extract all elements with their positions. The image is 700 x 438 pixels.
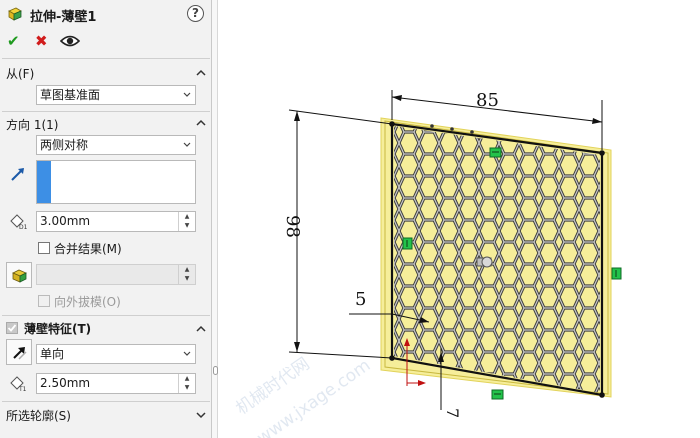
collapse-chevron-icon[interactable] [196, 68, 206, 78]
sketch-point [450, 127, 454, 131]
reverse-arrow-icon [13, 347, 27, 360]
collapse-chevron-icon[interactable] [196, 118, 206, 128]
depth-value: 3.00mm [40, 214, 91, 228]
property-manager-panel: 拉伸-薄壁1 ? ✔ ✖ 从(F) 草图基准面 方向 1(1) 两侧对称 D1 … [0, 0, 212, 438]
draft-outward-label: 向外拔模(O) [54, 295, 121, 309]
depth-d1-icon: D1 [10, 214, 27, 230]
merge-result-checkbox[interactable] [38, 242, 50, 254]
direction-reference-listbox[interactable] [36, 160, 196, 204]
feature-title: 拉伸-薄壁1 [30, 10, 97, 25]
chevron-down-icon [183, 351, 191, 356]
chevron-down-icon [183, 92, 191, 97]
thin-type-select[interactable]: 单向 [36, 344, 196, 364]
preview-eye-icon[interactable] [60, 33, 80, 49]
ok-check-icon[interactable]: ✔ [7, 32, 20, 50]
thickness-value: 2.50mm [40, 376, 91, 390]
divider [2, 315, 210, 316]
end-condition-select[interactable]: 两侧对称 [36, 135, 196, 155]
from-select[interactable]: 草图基准面 [36, 85, 196, 105]
bottom-dimension-label[interactable]: 7 [443, 408, 462, 418]
width-dimension-label[interactable]: 85 [476, 90, 499, 111]
feature-titlebar: 拉伸-薄壁1 ? [0, 0, 212, 28]
sketch-point [430, 124, 434, 128]
collapse-chevron-icon[interactable] [196, 324, 206, 334]
thin-type-value: 单向 [40, 347, 65, 361]
depth-input[interactable]: 3.00mm ▲ ▼ [36, 211, 196, 232]
cancel-x-icon[interactable]: ✖ [35, 32, 48, 50]
draft-icon [12, 269, 27, 283]
thickness-spinner[interactable]: ▲ ▼ [178, 374, 195, 393]
reverse-direction-button[interactable] [6, 339, 32, 365]
height-dimension-label[interactable]: 98 [282, 215, 303, 238]
drag-handle-icon[interactable] [476, 256, 493, 268]
divider [2, 58, 210, 59]
checkmark-icon [7, 324, 17, 332]
direction-arrow-icon[interactable] [9, 165, 27, 183]
direction1-section-header[interactable]: 方向 1(1) [6, 116, 58, 134]
svg-text:T1: T1 [18, 386, 27, 392]
sketch-point[interactable] [599, 392, 605, 398]
depth-spinner[interactable]: ▲ ▼ [178, 212, 195, 231]
sketch-point[interactable] [599, 150, 605, 156]
from-select-value: 草图基准面 [40, 88, 101, 102]
contours-section-header[interactable]: 所选轮廓(S) [6, 407, 71, 425]
extrude-thin-icon [8, 7, 22, 21]
divider [2, 401, 210, 402]
from-section-header[interactable]: 从(F) [6, 65, 34, 83]
confirm-toolbar: ✔ ✖ [0, 30, 212, 54]
divider [2, 111, 210, 112]
active-selection-marker [37, 161, 51, 203]
end-condition-value: 两侧对称 [40, 138, 89, 152]
expand-chevron-icon[interactable] [196, 410, 206, 420]
thickness-input[interactable]: 2.50mm ▲ ▼ [36, 373, 196, 394]
thin-section-header[interactable]: 薄壁特征(T) [24, 320, 91, 338]
svg-text:D1: D1 [19, 224, 27, 230]
draft-angle-input[interactable]: ▲ ▼ [36, 264, 196, 285]
offset-dimension-label[interactable]: 5 [355, 289, 366, 310]
draft-outward-checkbox[interactable] [38, 295, 50, 307]
sketch-point [470, 130, 474, 134]
thin-feature-checkbox[interactable] [6, 322, 18, 334]
draft-angle-spinner[interactable]: ▲ ▼ [178, 265, 195, 284]
splitter-grip-handle[interactable] [213, 366, 218, 375]
chevron-down-icon [183, 142, 191, 147]
merge-result-label: 合并结果(M) [54, 242, 122, 256]
graphics-viewport[interactable]: 85 98 5 7 机械时代网 www.jxage.com [219, 0, 700, 438]
help-button[interactable]: ? [187, 5, 204, 22]
draft-toggle-button[interactable] [6, 262, 32, 288]
mesh-grille[interactable] [394, 126, 600, 393]
height-dimension[interactable] [288, 109, 393, 359]
thickness-t1-icon: T1 [10, 376, 27, 392]
